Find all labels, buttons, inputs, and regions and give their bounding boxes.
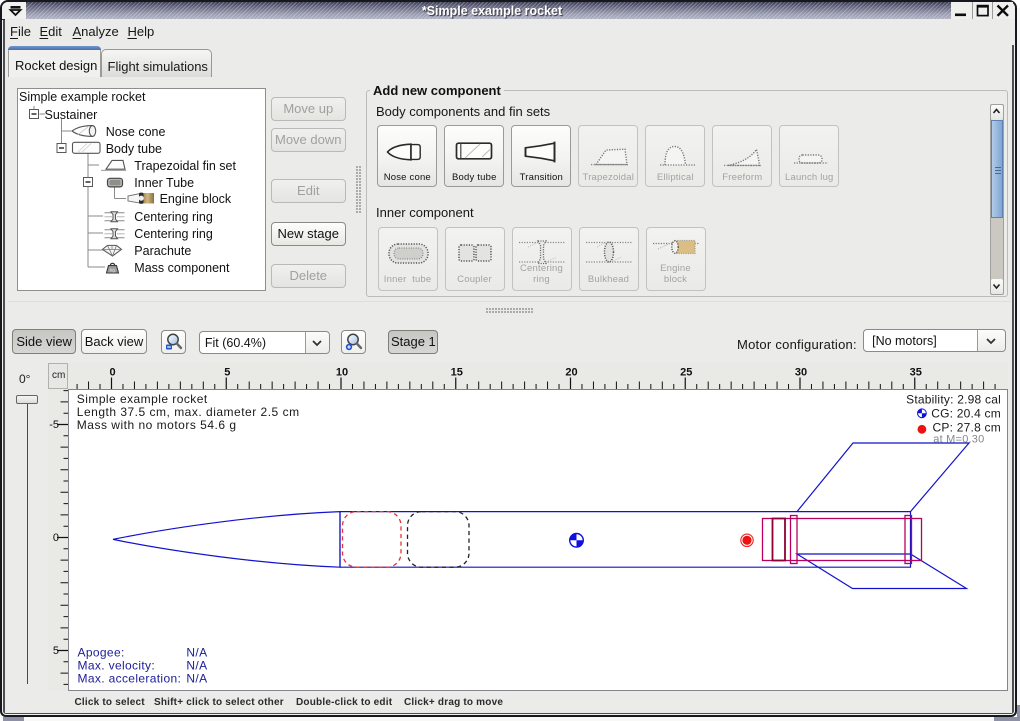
svg-text:5: 5 [224,367,230,379]
svg-text:at M=0.30: at M=0.30 [933,434,984,446]
svg-text:Max. velocity:: Max. velocity: [78,659,156,673]
svg-text:N/A: N/A [186,672,207,686]
svg-text:Apogee:: Apogee: [78,646,125,660]
svg-text:5: 5 [53,645,59,657]
svg-text:CP: 27.8 cm: CP: 27.8 cm [933,421,1001,435]
svg-text:-5: -5 [49,419,59,431]
svg-text:N/A: N/A [186,646,207,660]
svg-text:N/A: N/A [186,659,207,673]
svg-text:0: 0 [53,532,59,544]
svg-text:Max. acceleration:: Max. acceleration: [78,672,182,686]
svg-text:30: 30 [795,367,807,379]
svg-text:Mass with no motors 54.6 g: Mass with no motors 54.6 g [77,418,237,432]
svg-text:kg: kg [110,268,115,273]
svg-text:Length 37.5 cm, max. diameter: Length 37.5 cm, max. diameter 2.5 cm [77,405,300,419]
svg-text:Stability: 2.98 cal: Stability: 2.98 cal [906,393,1001,407]
svg-text:10: 10 [336,367,348,379]
svg-text:20: 20 [565,367,577,379]
svg-text:Simple example rocket: Simple example rocket [77,392,208,406]
svg-text:0: 0 [109,367,115,379]
svg-text:35: 35 [910,367,922,379]
svg-text:15: 15 [451,367,463,379]
svg-text:25: 25 [680,367,692,379]
svg-text:CG: 20.4 cm: CG: 20.4 cm [931,407,1001,421]
